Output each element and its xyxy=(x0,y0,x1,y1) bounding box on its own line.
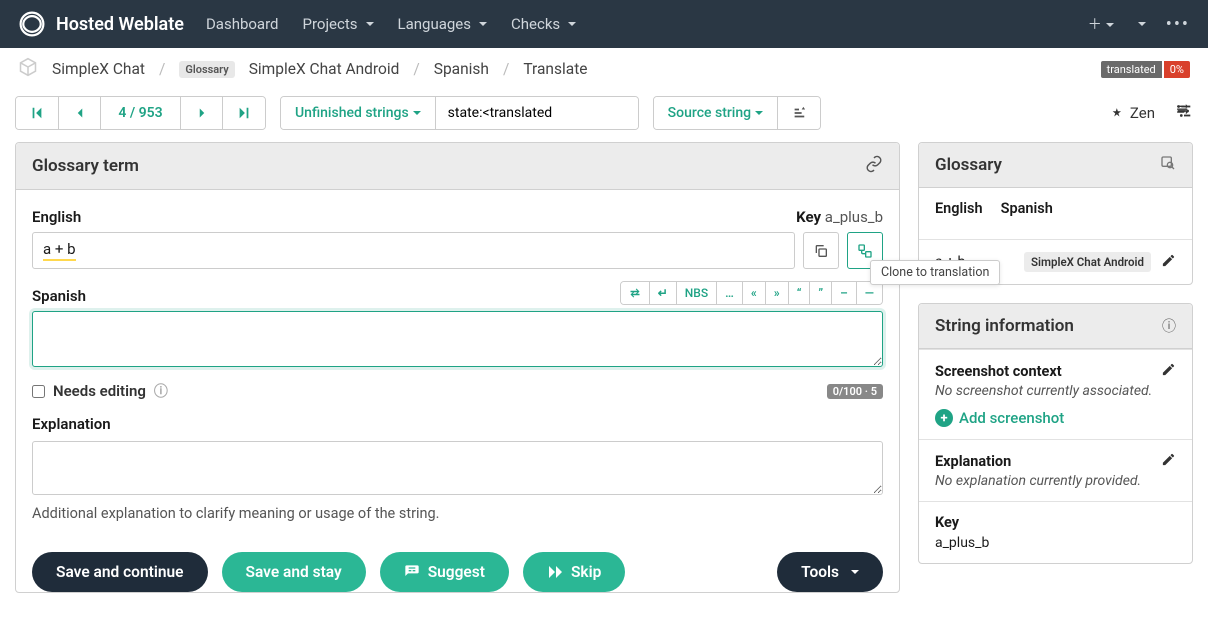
key-label: Key xyxy=(796,208,821,226)
glossary-search-icon[interactable] xyxy=(1160,155,1176,175)
pager: 4 / 953 xyxy=(15,96,266,130)
rdquo-button[interactable]: ” xyxy=(810,282,832,304)
glossary-badge: Glossary xyxy=(179,61,234,78)
breadcrumb-view: Translate xyxy=(523,60,587,78)
toggle-direction-button[interactable] xyxy=(621,282,650,304)
key-value: a_plus_b xyxy=(825,208,883,226)
brand-text: Hosted Weblate xyxy=(56,14,184,35)
pct-badge: 0% xyxy=(1164,61,1190,78)
glossary-panel-title: Glossary xyxy=(935,155,1002,175)
needs-editing-label: Needs editing xyxy=(53,382,146,400)
pager-first[interactable] xyxy=(16,97,59,129)
ldquo-button[interactable]: “ xyxy=(789,282,811,304)
info-icon[interactable]: ⓘ xyxy=(154,381,168,401)
string-info-icon[interactable]: ⓘ xyxy=(1162,316,1176,336)
raquo-button[interactable]: » xyxy=(766,282,789,304)
breadcrumb-language[interactable]: Spanish xyxy=(434,60,489,78)
explanation-info-desc: No explanation currently provided. xyxy=(935,473,1176,489)
breadcrumb-project[interactable]: SimpleX Chat xyxy=(52,60,145,78)
pager-last[interactable] xyxy=(223,97,265,129)
add-menu[interactable]: ＋ xyxy=(1088,14,1114,34)
explanation-info-title: Explanation xyxy=(935,453,1011,470)
nav-projects[interactable]: Projects xyxy=(303,15,374,33)
source-string-box: a + b xyxy=(32,232,795,269)
filter-query[interactable] xyxy=(436,97,638,129)
breadcrumb-component[interactable]: SimpleX Chat Android xyxy=(249,60,400,78)
suggest-button[interactable]: Suggest xyxy=(380,552,509,592)
add-screenshot-link[interactable]: + Add screenshot xyxy=(935,409,1064,427)
plus-icon: + xyxy=(935,409,953,427)
editor-panel-title: Glossary term xyxy=(32,156,139,176)
char-counter: 0/100 · 5 xyxy=(827,384,883,399)
needs-editing-checkbox[interactable] xyxy=(32,385,45,398)
source-string-dropdown[interactable]: Source string xyxy=(654,97,778,129)
source-string-text: a + b xyxy=(43,240,76,261)
status-badge: translated xyxy=(1101,61,1162,78)
more-menu[interactable]: ••• xyxy=(1166,14,1190,35)
explanation-input[interactable] xyxy=(32,441,883,495)
translation-input[interactable] xyxy=(32,311,883,367)
sort-button[interactable] xyxy=(778,97,820,129)
screenshot-edit-icon[interactable] xyxy=(1161,362,1176,381)
nav-dashboard[interactable]: Dashboard xyxy=(206,15,279,33)
nav-languages[interactable]: Languages xyxy=(398,15,488,33)
settings-icon[interactable] xyxy=(1175,102,1193,124)
glossary-edit-icon[interactable] xyxy=(1161,253,1176,272)
glossary-lang-b: Spanish xyxy=(1001,200,1053,217)
screenshot-context-title: Screenshot context xyxy=(935,363,1062,380)
zen-mode[interactable]: Zen xyxy=(1110,104,1155,122)
filter-dropdown[interactable]: Unfinished strings xyxy=(281,97,436,129)
skip-button[interactable]: Skip xyxy=(523,552,625,592)
mdash-button[interactable]: — xyxy=(857,282,882,304)
permalink-icon[interactable] xyxy=(865,155,883,177)
component-icon xyxy=(18,57,38,81)
brand[interactable]: Hosted Weblate xyxy=(18,10,184,38)
save-stay-button[interactable]: Save and stay xyxy=(222,552,366,592)
key-info-value: a_plus_b xyxy=(935,535,1176,551)
explanation-edit-icon[interactable] xyxy=(1161,452,1176,471)
copy-button[interactable] xyxy=(803,232,839,269)
source-language-label: English xyxy=(32,208,81,226)
explanation-label: Explanation xyxy=(32,415,883,433)
ellipsis-button[interactable]: … xyxy=(717,282,743,304)
save-continue-button[interactable]: Save and continue xyxy=(32,552,208,592)
string-info-title: String information xyxy=(935,316,1074,336)
ndash-button[interactable]: – xyxy=(832,282,857,304)
newline-button[interactable]: ↵ xyxy=(650,282,677,304)
target-language-label: Spanish xyxy=(32,287,86,305)
pager-next[interactable] xyxy=(181,97,223,129)
glossary-lang-a: English xyxy=(935,200,983,217)
nbs-button[interactable]: NBS xyxy=(677,282,717,304)
glossary-chip: SimpleX Chat Android xyxy=(1024,252,1151,272)
pager-count: 4 / 953 xyxy=(101,97,181,129)
user-menu[interactable] xyxy=(1134,16,1146,32)
clone-tooltip: Clone to translation xyxy=(870,260,1000,285)
key-info-title: Key xyxy=(935,514,1176,531)
tools-dropdown[interactable]: Tools xyxy=(777,552,883,592)
explanation-hint: Additional explanation to clarify meanin… xyxy=(32,505,883,522)
pager-prev[interactable] xyxy=(59,97,101,129)
laquo-button[interactable]: « xyxy=(743,282,766,304)
screenshot-desc: No screenshot currently associated. xyxy=(935,383,1176,399)
nav-checks[interactable]: Checks xyxy=(511,15,576,33)
